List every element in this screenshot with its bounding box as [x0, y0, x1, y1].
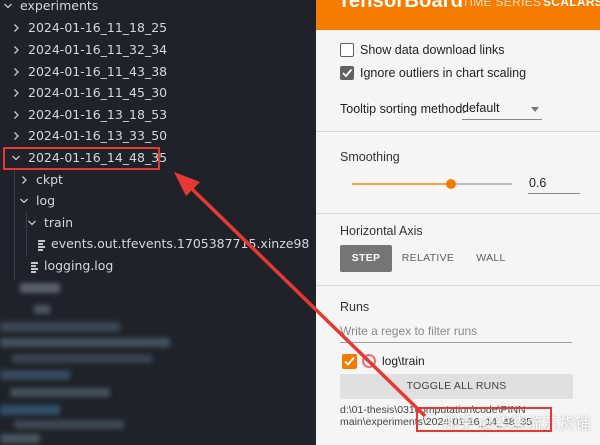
run-label: log\train [382, 354, 425, 368]
divider [316, 285, 600, 286]
show-download-links-checkbox[interactable] [340, 43, 354, 57]
tree-item-folder[interactable]: 2024-01-16_11_45_30 [0, 83, 316, 103]
blurred-content [0, 322, 120, 332]
tree-item-label: train [44, 215, 74, 230]
blurred-content [12, 354, 152, 363]
tensorboard-header: TensorBoard TIME SERIES SCALARS [316, 0, 600, 30]
tree-item-folder[interactable]: 2024-01-16_13_33_50 [0, 126, 316, 146]
chevron-right-icon[interactable] [10, 62, 22, 82]
tree-item-label: 2024-01-16_13_33_50 [28, 128, 168, 143]
axis-wall-button[interactable]: WALL [468, 245, 514, 272]
chevron-down-icon[interactable] [2, 0, 14, 16]
tooltip-sort-select[interactable]: default [462, 98, 542, 120]
blurred-content [10, 388, 110, 397]
divider [316, 213, 600, 214]
ignore-outliers-checkbox[interactable] [340, 66, 354, 80]
app-title: TensorBoard [338, 0, 464, 12]
tree-item-label: experiments [20, 0, 99, 13]
chevron-right-icon[interactable] [10, 105, 22, 125]
runs-filter-input[interactable]: Write a regex to filter runs [340, 323, 572, 343]
chevron-right-icon[interactable] [18, 170, 30, 190]
runs-title: Runs [340, 300, 370, 314]
tree-item-logging-file[interactable]: logging.log [0, 256, 316, 276]
file-lines-icon [30, 261, 39, 273]
run-checkbox[interactable] [342, 354, 357, 369]
tree-item-train[interactable]: train [0, 213, 316, 233]
tree-item-label: 2024-01-16_13_18_53 [28, 107, 168, 122]
chevron-down-icon[interactable] [18, 191, 30, 211]
blurred-content [0, 370, 70, 380]
chevron-down-icon[interactable] [26, 213, 38, 233]
blurred-content [14, 420, 124, 429]
highlight-box-run-path [416, 407, 552, 432]
blurred-content [0, 405, 60, 415]
chevron-right-icon[interactable] [10, 126, 22, 146]
chevron-right-icon[interactable] [10, 18, 22, 38]
tree-item-label: ckpt [36, 172, 63, 187]
tree-item-folder[interactable]: 2024-01-16_11_18_25 [0, 18, 316, 38]
tree-item-label: logging.log [44, 258, 114, 273]
smoothing-track [451, 183, 512, 185]
tree-item-log[interactable]: log [0, 191, 316, 211]
tree-item-folder[interactable]: 2024-01-16_13_18_53 [0, 105, 316, 125]
divider [316, 131, 600, 132]
tree-item-ckpt[interactable]: ckpt [0, 170, 316, 190]
tree-item-events-file[interactable]: events.out.tfevents.1705387715.xinze98 [0, 234, 316, 254]
tree-item-label: 2024-01-16_11_45_30 [28, 85, 168, 100]
show-download-links-label: Show data download links [360, 43, 505, 57]
toggle-all-runs-button[interactable]: TOGGLE ALL RUNS [340, 374, 573, 399]
highlight-box-folder [3, 147, 160, 170]
chevron-down-icon [531, 107, 539, 112]
file-explorer: experiments 2024-01-16_11_18_25 2024-01-… [0, 0, 316, 445]
smoothing-value-input[interactable]: 0.6 [528, 176, 580, 194]
tree-item-label: 2024-01-16_11_43_38 [28, 64, 168, 79]
checkmark-icon [342, 68, 353, 78]
blurred-content [0, 338, 170, 347]
tab-time-series[interactable]: TIME SERIES [462, 0, 541, 9]
tree-item-label: 2024-01-16_11_32_34 [28, 42, 168, 57]
tree-item-folder[interactable]: 2024-01-16_11_32_34 [0, 40, 316, 60]
tree-item-label: events.out.tfevents.1705387715.xinze98 [51, 236, 310, 251]
chevron-right-icon[interactable] [10, 40, 22, 60]
tree-item-label: log [36, 193, 56, 208]
blurred-content [20, 283, 60, 293]
tooltip-sort-value: default [462, 101, 500, 115]
tensorboard-sidebar: Show data download links Ignore outliers… [316, 30, 600, 445]
run-color-dot[interactable] [362, 354, 376, 368]
blurred-content [0, 434, 40, 443]
chevron-right-icon[interactable] [10, 83, 22, 103]
checkmark-icon [344, 356, 355, 366]
smoothing-slider-thumb[interactable] [446, 179, 456, 189]
tree-item-label: 2024-01-16_11_18_25 [28, 20, 168, 35]
axis-step-button[interactable]: STEP [340, 245, 392, 272]
blurred-content [34, 305, 50, 314]
runs-filter-placeholder: Write a regex to filter runs [340, 324, 478, 338]
tree-item-experiments[interactable]: experiments [0, 0, 316, 16]
axis-relative-button[interactable]: RELATIVE [398, 245, 458, 272]
smoothing-title: Smoothing [340, 150, 400, 164]
tooltip-sort-label: Tooltip sorting method: [340, 102, 466, 116]
tab-scalars[interactable]: SCALARS [543, 0, 600, 9]
ignore-outliers-label: Ignore outliers in chart scaling [360, 66, 527, 80]
tree-item-folder[interactable]: 2024-01-16_11_43_38 [0, 62, 316, 82]
horizontal-axis-title: Horizontal Axis [340, 224, 423, 238]
file-lines-icon [37, 239, 46, 251]
